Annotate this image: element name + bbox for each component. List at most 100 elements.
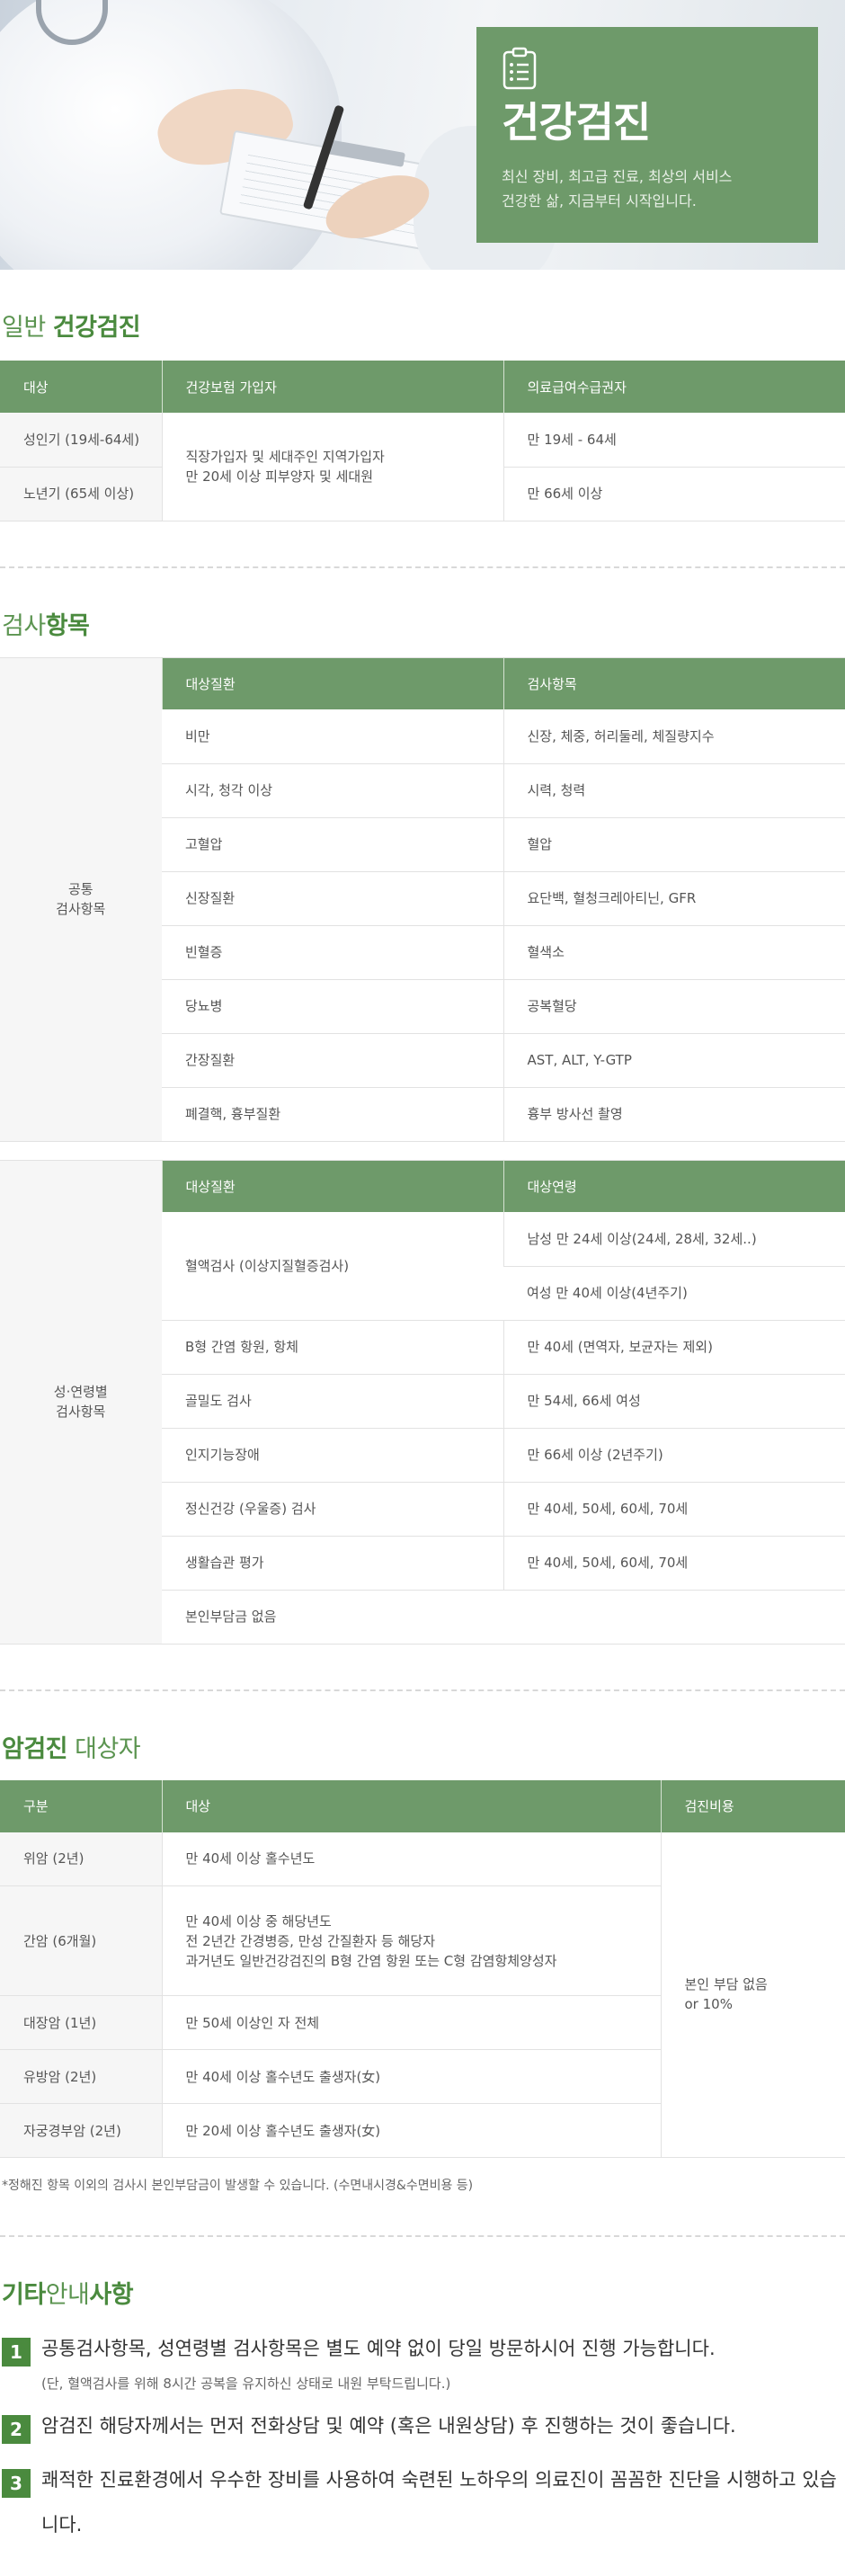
item-text: 공통검사항목, 성연령별 검사항목은 별도 예약 없이 당일 방문하시어 진행 … — [41, 2338, 716, 2359]
header-type: 구분 — [0, 1779, 162, 1832]
title-light: 안내 — [45, 2281, 90, 2309]
cancer-screening-title: 암검진 대상자 — [0, 1729, 845, 1764]
target-line: 과거년도 일반건강검진의 B형 간염 항원 또는 C형 감염항체양성자 — [185, 1952, 557, 1969]
common-exam-label: 공통 검사항목 — [0, 657, 162, 1142]
target-cell: 만 40세 이상 중 해당년도 전 2년간 간경병증, 만성 간질환자 등 해당… — [161, 1885, 661, 1996]
target-cell: 만 40세 이상 홀수년도 출생자(女) — [161, 2049, 661, 2104]
header-target: 대상 — [161, 1779, 661, 1832]
info-list: 1 공통검사항목, 성연령별 검사항목은 별도 예약 없이 당일 방문하시어 진… — [0, 2330, 845, 2547]
age-cell: 만 54세, 66세 여성 — [503, 1374, 845, 1429]
age-cell: 만 40세 (면역자, 보균자는 제외) — [503, 1320, 845, 1375]
disease-cell: 정신건강 (우울증) 검사 — [162, 1482, 503, 1537]
age-cell: 만 66세 이상 (2년주기) — [503, 1428, 845, 1483]
type-cell: 간암 (6개월) — [0, 1885, 162, 1996]
title-light: 검사 — [2, 611, 46, 640]
table-row: 성인기 (19세-64세) 직장가입자 및 세대주인 지역가입자 만 20세 이… — [0, 413, 845, 521]
title-light: 일반 — [2, 314, 46, 342]
age-cell: 여성 만 40세 이상(4년주기) — [503, 1266, 845, 1321]
gender-age-exam-table: 성·연령별 검사항목 대상질환 대상연령 혈액검사 (이상지질혈증검사) 남성 … — [0, 1159, 845, 1645]
label-line1: 공통 — [67, 881, 93, 897]
number-badge: 2 — [2, 2415, 31, 2444]
cancer-screening-table: 구분 대상 검진비용 위암 (2년) 만 40세 이상 홀수년도 본인 부담 없… — [0, 1779, 845, 2158]
type-cell: 유방암 (2년) — [0, 2049, 162, 2104]
target-line: 전 2년간 간경병증, 만성 간질환자 등 해당자 — [185, 1932, 436, 1949]
hero-banner: 건강검진 최신 장비, 최고급 진료, 최상의 서비스 건강한 삶, 지금부터 … — [0, 0, 845, 270]
header-test: 검사항목 — [503, 657, 845, 709]
common-exam-table: 공통 검사항목 대상질환 검사항목 비만 신장, 체중, 허리둘레, 체질량지수 … — [0, 656, 845, 1142]
number-badge: 3 — [2, 2469, 31, 2498]
title-bold: 건강검진 — [52, 314, 141, 342]
test-cell: 흉부 방사선 촬영 — [503, 1087, 845, 1142]
cancer-note: *정해진 항목 이외의 검사시 본인부담금이 발생할 수 있습니다. (수면내시… — [2, 2179, 474, 2193]
item-text: 쾌적한 진료환경에서 우수한 장비를 사용하여 숙련된 노하우의 의료진이 꼼꼼… — [41, 2469, 837, 2536]
disease-cell: 시각, 청각 이상 — [162, 763, 503, 818]
cost-line1: 본인 부담 없음 — [684, 1976, 768, 1993]
target-cell: 만 40세 이상 홀수년도 — [161, 1832, 661, 1886]
disease-cell: 당뇨병 — [162, 979, 503, 1034]
label-line2: 검사항목 — [56, 1404, 106, 1420]
test-cell: 신장, 체중, 허리둘레, 체질량지수 — [503, 709, 845, 764]
label-line2: 검사항목 — [56, 901, 106, 917]
number-badge: 1 — [2, 2338, 31, 2367]
item-subtext: (단, 혈액검사를 위해 8시간 공복을 유지하신 상태로 내원 부탁드립니다.… — [41, 2375, 451, 2392]
age-cell: 남성 만 24세 이상(24세, 28세, 32세..) — [503, 1212, 845, 1267]
title-bold: 사항 — [89, 2281, 134, 2309]
target-cell: 만 50세 이상인 자 전체 — [161, 1995, 661, 2050]
disease-cell: 신장질환 — [162, 871, 503, 926]
title-bold: 항목 — [45, 611, 90, 640]
header-disease: 대상질환 — [161, 657, 503, 709]
divider — [0, 1689, 845, 1691]
header-target: 대상 — [0, 361, 162, 413]
table-row: 위암 (2년) 만 40세 이상 홀수년도 본인 부담 없음 or 10% — [0, 1832, 845, 2158]
test-cell: 공복혈당 — [503, 979, 845, 1034]
gender-age-label: 성·연령별 검사항목 — [0, 1160, 162, 1645]
insured-line2: 만 20세 이상 피부양자 및 세대원 — [185, 468, 374, 485]
hero-subtitle-line2: 건강한 삶, 지금부터 시작입니다. — [502, 192, 697, 209]
footer-cell: 본인부담금 없음 — [162, 1590, 845, 1645]
hero-caption-box: 건강검진 최신 장비, 최고급 진료, 최상의 서비스 건강한 삶, 지금부터 … — [476, 27, 818, 243]
cost-line2: or 10% — [684, 1996, 733, 2013]
type-cell: 자궁경부암 (2년) — [0, 2103, 162, 2158]
age-cell: 만 40세, 50세, 60세, 70세 — [503, 1482, 845, 1537]
title-bold: 암검진 — [2, 1734, 68, 1763]
general-checkup-table: 대상 건강보험 가입자 의료급여수급권자 성인기 (19세-64세) 직장가입자… — [0, 361, 845, 521]
list-item: 1 공통검사항목, 성연령별 검사항목은 별도 예약 없이 당일 방문하시어 진… — [0, 2330, 845, 2400]
divider — [0, 566, 845, 568]
test-cell: 요단백, 혈청크레아티닌, GFR — [503, 871, 845, 926]
divider — [0, 2235, 845, 2237]
hero-title: 건강검진 — [502, 98, 651, 147]
hero-subtitle-line1: 최신 장비, 최고급 진료, 최상의 서비스 — [502, 167, 733, 185]
disease-cell: 혈액검사 (이상지질혈증검사) — [162, 1212, 503, 1321]
title-bold: 기타 — [2, 2281, 46, 2309]
etc-info-title: 기타안내사항 — [0, 2275, 845, 2310]
list-item: 3 쾌적한 진료환경에서 우수한 장비를 사용하여 숙련된 노하우의 의료진이 … — [0, 2457, 845, 2547]
target-cell: 성인기 (19세-64세) — [0, 413, 162, 468]
type-cell: 대장암 (1년) — [0, 1995, 162, 2050]
header-disease: 대상질환 — [161, 1160, 503, 1212]
checklist-icon — [503, 47, 537, 90]
test-cell: AST, ALT, Y-GTP — [503, 1033, 845, 1088]
disease-cell: 폐결핵, 흉부질환 — [162, 1087, 503, 1142]
type-cell: 위암 (2년) — [0, 1832, 162, 1886]
disease-cell: 골밀도 검사 — [162, 1374, 503, 1429]
list-item: 2 암검진 해당자께서는 먼저 전화상담 및 예약 (혹은 내원상담) 후 진행… — [0, 2407, 845, 2445]
age-cell: 만 40세, 50세, 60세, 70세 — [503, 1536, 845, 1591]
disease-cell: 고혈압 — [162, 817, 503, 872]
insured-line1: 직장가입자 및 세대주인 지역가입자 — [185, 448, 385, 465]
test-cell: 시력, 청력 — [503, 763, 845, 818]
cost-cell: 본인 부담 없음 or 10% — [660, 1832, 845, 2158]
header-insured: 건강보험 가입자 — [161, 361, 503, 413]
disease-cell: 비만 — [162, 709, 503, 764]
general-checkup-title: 일반 건강검진 — [0, 308, 845, 343]
medicaid-cell: 만 66세 이상 — [503, 467, 845, 521]
medicaid-cell: 만 19세 - 64세 — [503, 413, 845, 468]
target-cell: 만 20세 이상 홀수년도 출생자(女) — [161, 2103, 661, 2158]
target-line: 만 40세 이상 중 해당년도 — [185, 1912, 332, 1930]
item-text: 암검진 해당자께서는 먼저 전화상담 및 예약 (혹은 내원상담) 후 진행하는… — [41, 2415, 736, 2437]
test-cell: 혈압 — [503, 817, 845, 872]
target-cell: 노년기 (65세 이상) — [0, 467, 162, 521]
disease-cell: 빈혈증 — [162, 925, 503, 980]
label-line1: 성·연령별 — [53, 1384, 108, 1400]
insured-cell: 직장가입자 및 세대주인 지역가입자 만 20세 이상 피부양자 및 세대원 — [161, 413, 503, 521]
header-age: 대상연령 — [503, 1160, 845, 1212]
